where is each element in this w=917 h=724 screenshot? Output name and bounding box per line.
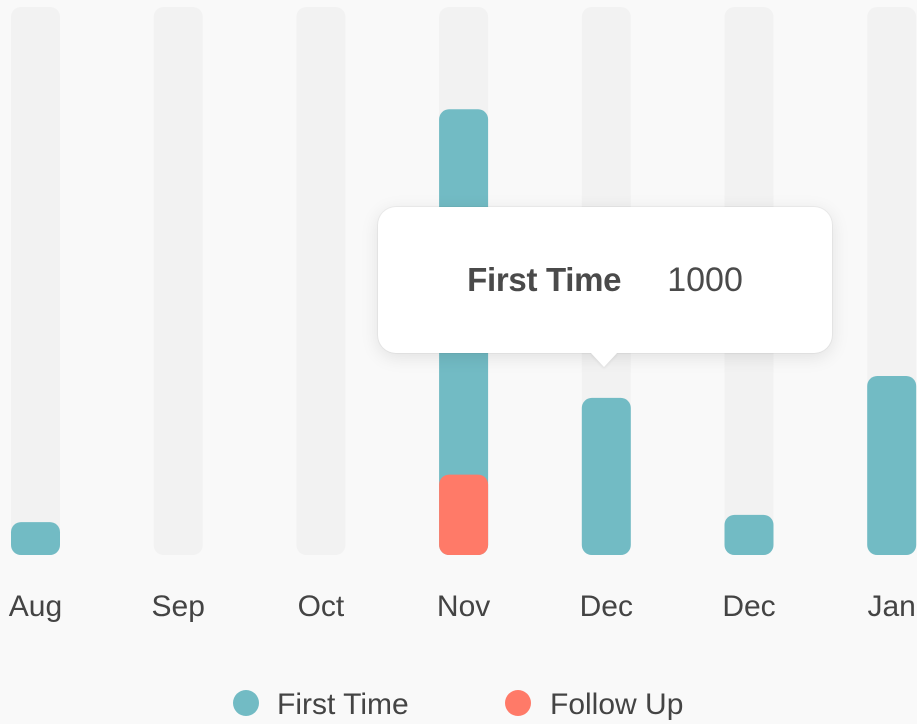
x-tick-label: Oct (298, 590, 345, 623)
bar-track-2 (296, 7, 346, 555)
legend-label-0[interactable]: First Time (277, 688, 409, 721)
bar-follow-up-3[interactable] (439, 474, 489, 555)
x-tick-label: Nov (437, 590, 490, 623)
bar-first-time-0[interactable] (11, 522, 60, 555)
bar-first-time-5[interactable] (724, 514, 774, 555)
x-tick-label: Aug (9, 590, 62, 623)
bar-first-time-4[interactable] (581, 397, 631, 555)
x-tick-label: Jan (868, 590, 916, 623)
tooltip-series-name: First Time (467, 261, 622, 298)
chart-canvas: Aug Sep Oct Nov Dec Dec Jan First Time Follow U… (9, 7, 917, 721)
bar-track-1 (153, 7, 203, 555)
x-tick-label: Dec (580, 590, 633, 623)
bar-track-0 (11, 7, 60, 555)
legend-label-1[interactable]: Follow Up (550, 688, 683, 721)
bar-chart: Aug Sep Oct Nov Dec Dec Jan First Time Follow U… (0, 0, 917, 724)
tooltip: First Time 1000 (378, 207, 832, 367)
legend-swatch-1 (505, 690, 531, 716)
tooltip-pointer (590, 352, 618, 367)
bar-first-time-6[interactable] (867, 375, 917, 555)
legend: First Time Follow Up (233, 688, 683, 721)
x-axis-ticks: Aug Sep Oct Nov Dec Dec Jan (9, 590, 916, 623)
legend-swatch-0 (233, 690, 259, 716)
tooltip-value: 1000 (667, 260, 743, 299)
x-tick-label: Sep (152, 590, 205, 623)
x-tick-label: Dec (722, 590, 775, 623)
